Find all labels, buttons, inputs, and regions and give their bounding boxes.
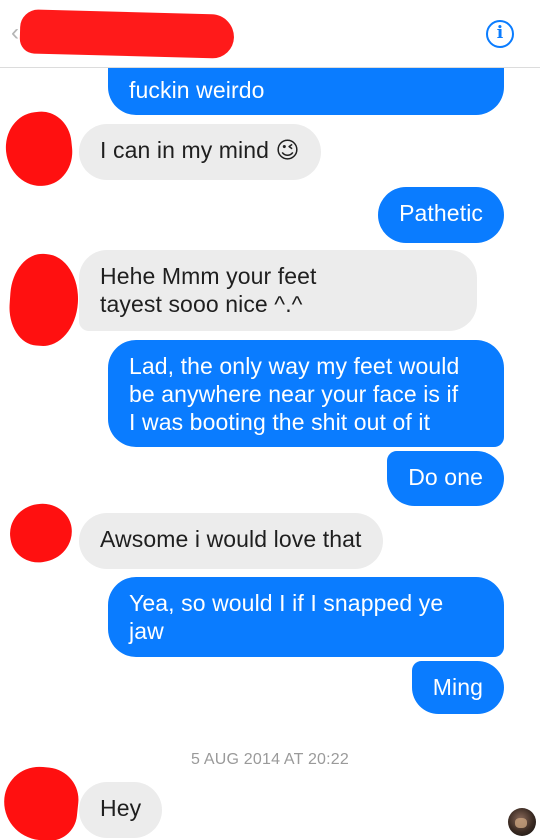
- message-bubble-incoming[interactable]: Awsome i would love that: [79, 513, 383, 569]
- message-bubble-outgoing[interactable]: Ming: [411, 661, 504, 714]
- message-bubble-outgoing[interactable]: Pathetic: [378, 187, 504, 243]
- seen-receipt-avatar: [508, 808, 536, 836]
- message-bubble-outgoing[interactable]: Yea, so would I if I snapped ye jaw: [108, 577, 504, 657]
- conversation-header: ‹ i: [0, 0, 540, 68]
- message-bubble-incoming[interactable]: I can in my mind 😉: [79, 124, 321, 180]
- message-bubble-incoming[interactable]: Hey: [79, 782, 163, 838]
- info-icon[interactable]: i: [486, 20, 514, 48]
- sender-avatar-redaction: [6, 499, 76, 567]
- message-bubble-outgoing[interactable]: Do one: [387, 451, 504, 506]
- message-bubble-outgoing[interactable]: Lad, the only way my feet would be anywh…: [108, 340, 504, 447]
- sender-avatar-redaction: [0, 763, 82, 840]
- sender-avatar-redaction: [2, 108, 76, 190]
- timestamp-divider: 5 AUG 2014 AT 20:22: [191, 751, 349, 768]
- message-bubble-incoming[interactable]: Hehe Mmm your feet tayest sooo nice ^.^: [79, 250, 477, 331]
- contact-name-redaction: [19, 9, 235, 59]
- sender-avatar-redaction: [6, 251, 82, 349]
